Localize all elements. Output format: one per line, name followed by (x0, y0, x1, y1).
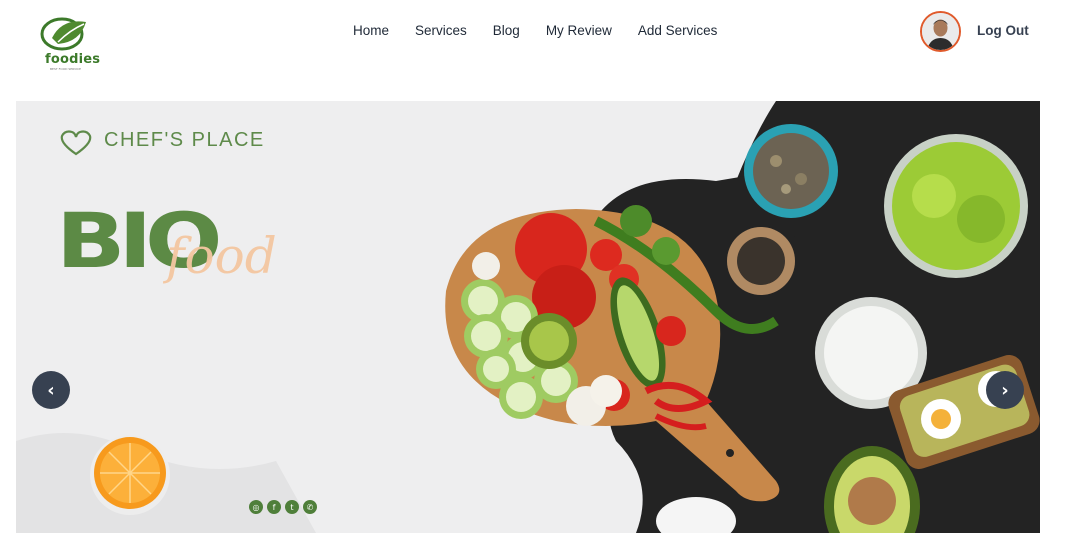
brand-name: foodies (45, 52, 101, 67)
twitter-icon[interactable]: t (285, 500, 299, 514)
nav-add-services[interactable]: Add Services (638, 23, 718, 38)
nav-blog[interactable]: Blog (493, 23, 520, 38)
hero-food-image (16, 101, 1040, 533)
main-nav: Home Services Blog My Review Add Service… (353, 23, 743, 38)
carousel-next-button[interactable]: › (986, 371, 1024, 409)
brand-tagline: BEST FOOD SERVICE (50, 67, 82, 71)
nav-services[interactable]: Services (415, 23, 467, 38)
whatsapp-icon[interactable]: ✆ (303, 500, 317, 514)
heart-icon (60, 130, 92, 156)
instagram-icon[interactable]: ◎ (249, 500, 263, 514)
nav-my-review[interactable]: My Review (546, 23, 612, 38)
hero-script: food (166, 227, 277, 285)
user-avatar[interactable] (920, 11, 961, 52)
hero-kicker: CHEF'S PLACE (104, 129, 265, 151)
social-links: ◎ f t ✆ (249, 500, 317, 514)
nav-home[interactable]: Home (353, 23, 389, 38)
hero-carousel: CHEF'S PLACE BIO food (16, 101, 1040, 533)
logout-button[interactable]: Log Out (977, 23, 1029, 38)
person-icon (922, 13, 959, 50)
carousel-prev-button[interactable]: ‹ (32, 371, 70, 409)
facebook-icon[interactable]: f (267, 500, 281, 514)
